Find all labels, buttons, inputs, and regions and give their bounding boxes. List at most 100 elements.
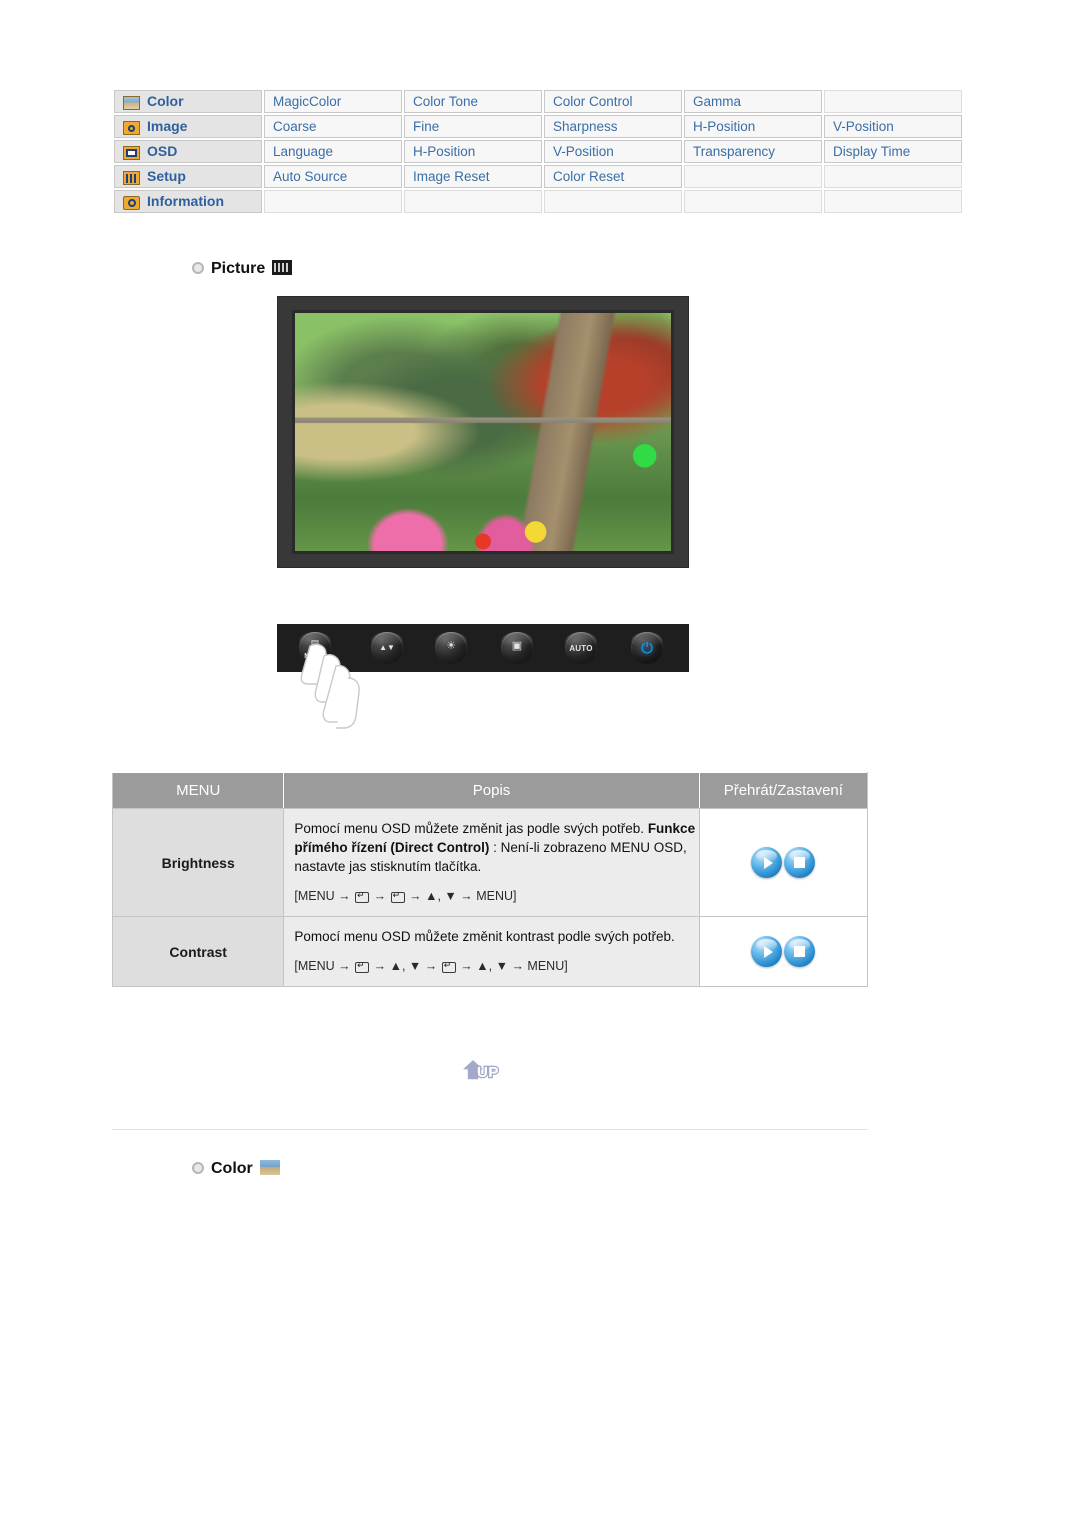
monitor-illustration	[277, 296, 689, 568]
enter-key-icon	[390, 890, 405, 903]
up-down-arrows-icon: ▲▼	[379, 643, 395, 652]
nav-item-fine[interactable]: Fine	[404, 115, 542, 138]
row-description-brightness: Pomocí menu OSD můžete změnit jas podle …	[283, 807, 700, 918]
nav-item-empty	[544, 190, 682, 213]
menu-glyph-icon: ▤	[310, 638, 320, 648]
menu-button-label: MENU	[304, 653, 326, 660]
power-symbol-icon: ⏻	[641, 640, 653, 657]
desc-header-play-stop: Přehrát/Zastavení	[698, 772, 869, 809]
nav-row-color: Color MagicColor Color Tone Color Contro…	[114, 90, 962, 113]
monitor-screen	[292, 310, 674, 554]
stop-icon	[784, 847, 815, 878]
nav-category-information[interactable]: Information	[114, 190, 262, 213]
table-row: Brightness Pomocí menu OSD můžete změnit…	[111, 807, 869, 918]
bullet-icon	[192, 261, 204, 274]
desc-table-header-row: MENU Popis Přehrát/Zastavení	[111, 772, 869, 809]
nav-item-empty	[264, 190, 402, 213]
row-label-contrast: Contrast	[111, 916, 285, 988]
nav-item-empty	[404, 190, 542, 213]
nav-item-empty	[684, 165, 822, 188]
row-play-stop-brightness	[698, 807, 869, 918]
up-button[interactable]: UP UP	[460, 1058, 508, 1086]
power-button[interactable]: ⏻	[631, 632, 663, 664]
seq-updown: ▲, ▼	[425, 889, 457, 904]
nav-item-h-position[interactable]: H-Position	[684, 115, 822, 138]
auto-button-label: AUTO	[569, 644, 593, 653]
seq-prefix: [MENU	[294, 959, 335, 974]
stop-button[interactable]	[784, 936, 816, 968]
setup-icon	[123, 170, 140, 185]
nav-item-color-reset[interactable]: Color Reset	[544, 165, 682, 188]
row-play-stop-contrast	[698, 916, 869, 988]
table-row: Contrast Pomocí menu OSD můžete změnit k…	[111, 916, 869, 988]
stop-icon	[784, 936, 815, 967]
nav-row-information: Information	[114, 190, 962, 213]
seq-menu: MENU]	[527, 959, 568, 974]
nav-item-sharpness[interactable]: Sharpness	[544, 115, 682, 138]
seq-updown: ▲, ▼	[389, 959, 422, 974]
color-thumbnail-icon	[259, 1160, 280, 1176]
nav-item-image-reset[interactable]: Image Reset	[404, 165, 542, 188]
nav-item-display-time[interactable]: Display Time	[824, 140, 962, 163]
desc-text-line1: Pomocí menu OSD můžete změnit kontrast p…	[294, 929, 675, 945]
desc-text-line1: Pomocí menu OSD můžete změnit jas podle …	[294, 821, 645, 836]
garden-photo	[295, 313, 671, 551]
seq-arrow: →	[460, 889, 473, 904]
seq-arrow: →	[373, 889, 387, 904]
nav-item-magiccolor[interactable]: MagicColor	[264, 90, 402, 113]
nav-item-gamma[interactable]: Gamma	[684, 90, 822, 113]
nav-category-setup[interactable]: Setup	[114, 165, 262, 188]
brightness-button[interactable]: ☀	[435, 632, 467, 664]
key-sequence-contrast: [MENU → → ▲, ▼ → → ▲, ▼ → MENU]	[294, 958, 698, 976]
enter-glyph-icon: ▣	[511, 640, 523, 652]
seq-arrow: →	[338, 959, 351, 974]
color-swatch-icon	[123, 95, 140, 110]
nav-item-coarse[interactable]: Coarse	[264, 115, 402, 138]
nav-category-osd[interactable]: OSD	[114, 140, 262, 163]
row-description-contrast: Pomocí menu OSD můžete změnit kontrast p…	[283, 916, 700, 988]
adjust-button[interactable]: ▲▼	[371, 632, 403, 664]
desc-header-popis: Popis	[283, 772, 700, 809]
nav-item-empty	[824, 90, 962, 113]
monitor-button-panel: ▤ MENU ▲▼ ☀ ▣ AUTO ⏻	[277, 624, 689, 672]
enter-key-icon	[355, 890, 370, 903]
play-button[interactable]	[751, 847, 783, 879]
nav-item-v-position[interactable]: V-Position	[824, 115, 962, 138]
nav-item-h-position[interactable]: H-Position	[404, 140, 542, 163]
nav-item-transparency[interactable]: Transparency	[684, 140, 822, 163]
bullet-icon	[192, 1161, 204, 1174]
nav-item-language[interactable]: Language	[264, 140, 402, 163]
nav-category-label: Setup	[147, 168, 186, 185]
desc-header-menu: MENU	[111, 772, 285, 809]
nav-item-auto-source[interactable]: Auto Source	[264, 165, 402, 188]
seq-arrow: →	[424, 959, 438, 974]
nav-row-setup: Setup Auto Source Image Reset Color Rese…	[114, 165, 962, 188]
picture-section-heading: Picture	[192, 260, 293, 278]
nav-category-label: Image	[147, 118, 188, 135]
seq-arrow: →	[409, 889, 422, 904]
nav-category-label: OSD	[147, 143, 178, 160]
menu-button[interactable]: ▤ MENU	[299, 632, 331, 664]
nav-item-empty	[824, 190, 962, 213]
nav-category-color[interactable]: Color	[114, 90, 262, 113]
image-icon	[123, 120, 140, 135]
nav-row-image: Image Coarse Fine Sharpness H-Position V…	[114, 115, 962, 138]
brightness-sun-icon: ☀	[446, 640, 456, 652]
stop-button[interactable]	[784, 847, 816, 879]
nav-category-image[interactable]: Image	[114, 115, 262, 138]
nav-item-v-position[interactable]: V-Position	[544, 140, 682, 163]
play-button[interactable]	[751, 936, 783, 968]
seq-updown: ▲, ▼	[476, 959, 508, 974]
color-heading-label: Color	[211, 1160, 253, 1177]
osd-menu-nav-table: Color MagicColor Color Tone Color Contro…	[112, 88, 964, 215]
nav-item-color-tone[interactable]: Color Tone	[404, 90, 542, 113]
nav-item-color-control[interactable]: Color Control	[544, 90, 682, 113]
osd-icon	[123, 145, 140, 160]
enter-key-icon	[441, 960, 456, 973]
enter-source-button[interactable]: ▣	[501, 632, 533, 664]
nav-item-empty	[684, 190, 822, 213]
color-section-heading: Color	[192, 1160, 280, 1178]
seq-prefix: [MENU	[294, 889, 335, 904]
auto-button[interactable]: AUTO	[565, 632, 597, 664]
up-button-label: UP	[477, 1064, 499, 1081]
